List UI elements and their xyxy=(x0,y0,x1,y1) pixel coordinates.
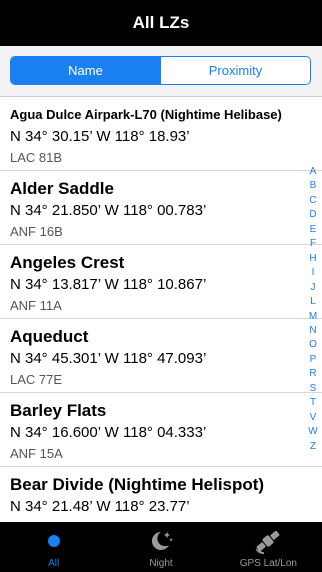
page-title: All LZs xyxy=(132,13,190,32)
lz-code: ANF 15A xyxy=(10,446,63,461)
segment-name[interactable]: Name xyxy=(11,57,160,84)
lz-coordinates: N 34° 45.301’ W 118° 47.093’ xyxy=(10,350,207,367)
section-index[interactable]: ABCDEFHIJLMNOPRSTVWZ xyxy=(306,165,320,454)
index-letter[interactable]: R xyxy=(309,367,316,381)
index-letter[interactable]: D xyxy=(309,208,316,222)
moon-stars-icon xyxy=(148,528,174,554)
index-letter[interactable]: E xyxy=(310,223,317,237)
index-letter[interactable]: F xyxy=(310,237,316,251)
list-item[interactable]: Agua Dulce Airpark-L70 (Nightime Helibas… xyxy=(0,97,322,171)
tab-all[interactable]: All xyxy=(0,522,107,572)
list-item[interactable]: Aqueduct N 34° 45.301’ W 118° 47.093’ LA… xyxy=(0,319,322,393)
segment-proximity[interactable]: Proximity xyxy=(160,57,310,84)
sort-segmented-control: Name Proximity xyxy=(10,56,311,85)
lz-name: Alder Saddle xyxy=(10,179,114,198)
index-letter[interactable]: J xyxy=(311,281,316,295)
tab-bar: All Night GPS Lat/Lon xyxy=(0,522,322,572)
tab-night[interactable]: Night xyxy=(107,522,214,572)
index-letter[interactable]: A xyxy=(310,165,317,179)
tab-all-label: All xyxy=(48,558,60,569)
list-item[interactable]: Alder Saddle N 34° 21.850’ W 118° 00.783… xyxy=(0,171,322,245)
index-letter[interactable]: P xyxy=(310,353,317,367)
lz-code: LAC 81B xyxy=(10,150,63,165)
tab-gps-label: GPS Lat/Lon xyxy=(239,558,297,569)
lz-code: ANF 11A xyxy=(10,298,62,313)
navigation-bar: All LZs xyxy=(0,0,322,46)
satellite-icon xyxy=(254,528,282,554)
lz-code: ANF 16B xyxy=(10,224,63,239)
index-letter[interactable]: T xyxy=(310,396,316,410)
lz-name: Agua Dulce Airpark-L70 (Nightime Helibas… xyxy=(10,107,282,122)
list-item[interactable]: Barley Flats N 34° 16.600’ W 118° 04.333… xyxy=(0,393,322,467)
lz-name: Angeles Crest xyxy=(10,253,125,272)
lz-name: Barley Flats xyxy=(10,401,107,420)
lz-coordinates: N 34° 21.850’ W 118° 00.783’ xyxy=(10,202,207,219)
lz-list[interactable]: Agua Dulce Airpark-L70 (Nightime Helibas… xyxy=(0,97,322,522)
lz-coordinates: N 34° 21.48’ W 118° 23.77’ xyxy=(10,498,190,515)
circle-icon xyxy=(47,528,61,554)
tab-night-label: Night xyxy=(149,558,173,569)
index-letter[interactable]: B xyxy=(310,179,317,193)
tab-gps[interactable]: GPS Lat/Lon xyxy=(215,522,322,572)
index-letter[interactable]: Z xyxy=(310,440,316,454)
lz-name: Aqueduct xyxy=(10,327,89,346)
index-letter[interactable]: L xyxy=(310,295,316,309)
index-letter[interactable]: N xyxy=(309,324,316,338)
index-letter[interactable]: W xyxy=(308,425,317,439)
list-item[interactable]: Bear Divide (Nightime Helispot) N 34° 21… xyxy=(0,467,322,522)
index-letter[interactable]: H xyxy=(309,252,316,266)
lz-coordinates: N 34° 13.817’ W 118° 10.867’ xyxy=(10,276,207,293)
index-letter[interactable]: V xyxy=(310,411,317,425)
lz-code: LAC 77E xyxy=(10,372,63,387)
list-item[interactable]: Angeles Crest N 34° 13.817’ W 118° 10.86… xyxy=(0,245,322,319)
index-letter[interactable]: M xyxy=(309,310,317,324)
index-letter[interactable]: S xyxy=(310,382,317,396)
index-letter[interactable]: I xyxy=(312,266,315,280)
lz-coordinates: N 34° 30.15’ W 118° 18.93’ xyxy=(10,128,190,145)
lz-coordinates: N 34° 16.600’ W 118° 04.333’ xyxy=(10,424,207,441)
index-letter[interactable]: C xyxy=(309,194,316,208)
index-letter[interactable]: O xyxy=(309,338,317,352)
lz-name: Bear Divide (Nightime Helispot) xyxy=(10,475,265,494)
sort-control-bar: Name Proximity xyxy=(0,46,322,97)
